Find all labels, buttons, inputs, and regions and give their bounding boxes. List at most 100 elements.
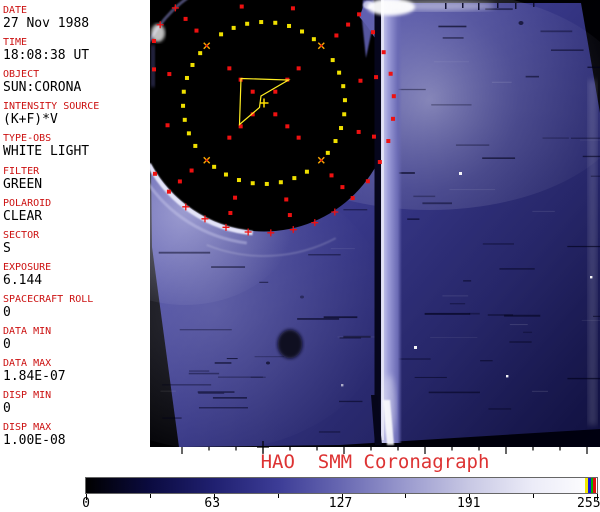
noise-streak bbox=[482, 157, 516, 159]
fiducial-dot bbox=[273, 112, 278, 117]
fiducial-dot bbox=[264, 181, 269, 186]
noise-streak-light bbox=[442, 295, 469, 297]
fiducial-dot bbox=[290, 6, 295, 11]
fiducial-dot bbox=[189, 168, 194, 173]
fiducial-x-center bbox=[320, 159, 323, 162]
pylon-shadow-line bbox=[374, 0, 381, 443]
field-label: SPACECRAFT ROLL bbox=[3, 293, 94, 305]
colorbar-tick bbox=[149, 494, 151, 498]
dark-speck bbox=[266, 361, 270, 365]
noise-streak bbox=[179, 329, 232, 331]
noise-streak bbox=[422, 202, 453, 205]
noise-streak bbox=[162, 417, 182, 419]
colorbar-stripe bbox=[591, 478, 593, 493]
noise-streak bbox=[428, 391, 480, 394]
noise-streak-light bbox=[581, 319, 600, 321]
fiducial-dot bbox=[190, 62, 195, 67]
field-value: S bbox=[3, 240, 11, 256]
noise-streak bbox=[480, 360, 493, 362]
fiducial-dot bbox=[250, 181, 255, 186]
fiducial-dot bbox=[284, 197, 289, 202]
fiducial-dot bbox=[357, 12, 362, 17]
fiducial-dot bbox=[233, 195, 238, 200]
noise-streak bbox=[485, 8, 513, 11]
fiducial-dot bbox=[342, 98, 347, 103]
noise-streak bbox=[582, 155, 600, 158]
fiducial-dot bbox=[223, 172, 228, 177]
noise-streak bbox=[323, 316, 358, 319]
field-value: 0 bbox=[3, 401, 11, 417]
noise-streak bbox=[414, 376, 447, 379]
fiducial-dot bbox=[227, 66, 232, 71]
fiducial-dot bbox=[287, 213, 292, 218]
fiducial-dot bbox=[239, 4, 244, 9]
fiducial-dot bbox=[183, 16, 188, 21]
telemetry-sidebar: DATE 27 Nov 1988 TIME 18:08:38 UT OBJECT SUN:… bbox=[0, 0, 150, 512]
noise-streak bbox=[504, 314, 541, 317]
field-spacecraft-roll: SPACECRAFT ROLL 0 bbox=[3, 293, 93, 320]
fiducial-dot bbox=[337, 70, 342, 75]
field-date: DATE 27 Nov 1988 bbox=[3, 4, 89, 31]
field-label: FILTER bbox=[3, 165, 40, 177]
coronagraph-viewer: DATE 27 Nov 1988 TIME 18:08:38 UT OBJECT SUN:… bbox=[0, 0, 600, 512]
colorbar-tick-label: 191 bbox=[456, 496, 481, 511]
fiducial-dot bbox=[325, 150, 330, 155]
noise-streak bbox=[540, 30, 573, 33]
fiducial-dot bbox=[333, 139, 338, 144]
noise-streak bbox=[250, 376, 266, 378]
field-object: OBJECT SUN:CORONA bbox=[3, 68, 81, 95]
star-speck bbox=[590, 276, 593, 279]
fiducial-dot bbox=[219, 32, 224, 37]
noise-streak-light bbox=[433, 61, 470, 63]
fiducial-dot bbox=[371, 30, 376, 35]
fiducial-dot bbox=[371, 134, 376, 139]
colorbar-stripe bbox=[588, 478, 591, 493]
fiducial-dot bbox=[259, 20, 264, 25]
noise-streak bbox=[431, 104, 472, 106]
noise-streak bbox=[254, 356, 284, 358]
fiducial-dot bbox=[250, 89, 255, 94]
noise-streak bbox=[198, 392, 225, 394]
fiducial-dot bbox=[231, 25, 236, 30]
star-speck bbox=[341, 384, 344, 387]
colorbar-stripe bbox=[593, 478, 596, 493]
colorbar-tick bbox=[277, 494, 279, 498]
field-value: WHITE LIGHT bbox=[3, 144, 90, 160]
field-type-obs: TYPE-OBS WHITE LIGHT bbox=[3, 132, 89, 159]
noise-streak-light bbox=[532, 210, 555, 212]
noise-streak-light bbox=[449, 189, 496, 191]
colorbar-tick bbox=[533, 494, 535, 498]
field-filter: FILTER GREEN bbox=[3, 165, 42, 192]
fiducial-dot bbox=[212, 164, 217, 169]
fiducial-dot bbox=[152, 171, 157, 176]
noise-streak bbox=[482, 243, 514, 245]
field-label: SECTOR bbox=[3, 229, 40, 241]
fiducial-dot bbox=[296, 66, 301, 71]
noise-streak bbox=[198, 407, 248, 409]
field-value: SUN:CORONA bbox=[3, 80, 82, 96]
fiducial-dot bbox=[193, 143, 198, 148]
field-polaroid: POLAROID CLEAR bbox=[3, 197, 51, 224]
fiducial-dot bbox=[340, 185, 345, 190]
noise-streak bbox=[567, 377, 600, 380]
noise-streak bbox=[567, 245, 600, 248]
noise-streak-light bbox=[160, 390, 176, 392]
field-data-max: DATA MAX 1.84E-07 bbox=[3, 357, 66, 384]
field-disp-max: DISP MAX 1.00E-08 bbox=[3, 421, 66, 448]
fiducial-dot bbox=[273, 89, 278, 94]
noise-streak bbox=[424, 312, 471, 315]
field-sector: SECTOR S bbox=[3, 229, 39, 256]
noise-streak bbox=[442, 37, 464, 39]
noise-streak bbox=[407, 218, 420, 220]
noise-streak bbox=[212, 397, 247, 399]
star-speck bbox=[414, 346, 417, 349]
noise-streak bbox=[523, 331, 533, 334]
fiducial-dot bbox=[186, 131, 191, 136]
noise-streak bbox=[343, 209, 368, 211]
pylon-bottom-flare bbox=[382, 375, 396, 435]
fiducial-dot bbox=[356, 129, 361, 134]
fiducial-dot bbox=[341, 84, 346, 89]
noise-streak bbox=[449, 303, 466, 305]
noise-streak bbox=[189, 370, 210, 372]
dust-blob bbox=[277, 329, 303, 359]
